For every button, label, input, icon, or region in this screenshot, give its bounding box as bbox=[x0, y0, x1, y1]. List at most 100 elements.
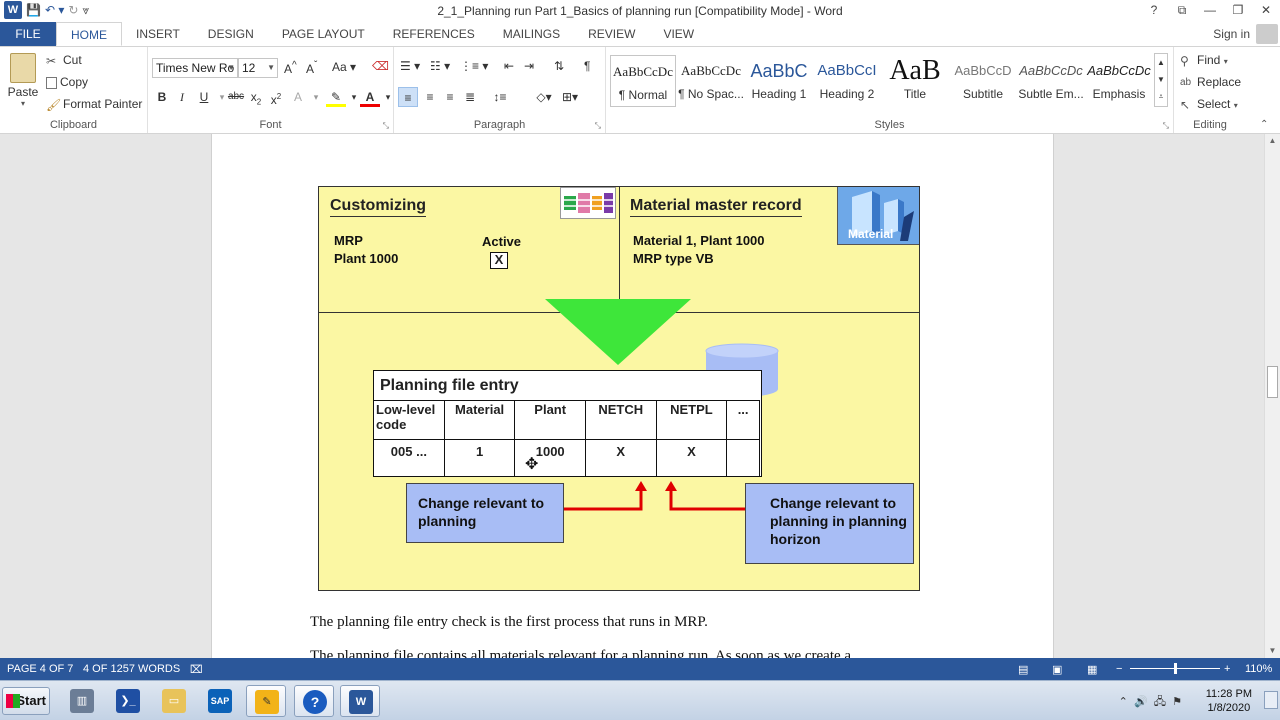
close-button[interactable]: ✕ bbox=[1252, 0, 1280, 22]
restore-button[interactable]: ❐ bbox=[1224, 0, 1252, 22]
replace-button[interactable]: ab Replace bbox=[1180, 75, 1241, 90]
scroll-down-icon[interactable]: ▼ bbox=[1265, 644, 1280, 658]
show-marks-icon[interactable]: ¶ bbox=[584, 59, 590, 73]
style-title[interactable]: AaB Title bbox=[882, 55, 948, 107]
word-taskbar-icon[interactable]: W bbox=[340, 685, 380, 717]
font-size-select[interactable]: 12 ▼ bbox=[238, 58, 278, 78]
tab-mailings[interactable]: MAILINGS bbox=[489, 22, 574, 46]
body-paragraph-2[interactable]: The planning file contains all materials… bbox=[310, 648, 851, 658]
italic-button[interactable]: I bbox=[172, 87, 192, 107]
styles-scroll-icon[interactable]: ▲ ▼ ⩡ bbox=[1154, 53, 1168, 107]
tab-references[interactable]: REFERENCES bbox=[379, 22, 489, 46]
server-manager-icon[interactable]: ▥ bbox=[62, 685, 102, 717]
shading-icon[interactable]: ◇▾ bbox=[534, 87, 554, 107]
proofing-icon[interactable]: ⌧ bbox=[190, 663, 203, 676]
align-center-icon[interactable]: ≡ bbox=[420, 87, 440, 107]
style-heading-1[interactable]: AaBbC Heading 1 bbox=[746, 55, 812, 107]
clear-formatting-icon[interactable]: ⌫ bbox=[372, 59, 389, 73]
collapse-ribbon-icon[interactable]: ⌃ bbox=[1260, 119, 1268, 130]
vertical-scrollbar[interactable]: ▲ ▼ bbox=[1264, 134, 1280, 658]
justify-icon[interactable]: ≣ bbox=[460, 87, 480, 107]
underline-button[interactable]: U bbox=[194, 87, 214, 107]
document-page[interactable]: Customizing MRP Plant 1000 Active X Mate… bbox=[211, 134, 1054, 658]
minimize-button[interactable]: — bbox=[1196, 0, 1224, 22]
bullets-icon[interactable]: ☰ ▾ bbox=[400, 59, 420, 73]
text-effects-dropdown-icon[interactable]: ▾ bbox=[306, 87, 326, 107]
tab-home[interactable]: HOME bbox=[56, 22, 122, 46]
numbering-icon[interactable]: ☷ ▾ bbox=[430, 59, 450, 73]
font-dialog-launcher-icon[interactable]: ⤡ bbox=[383, 121, 389, 131]
start-button[interactable]: Start bbox=[2, 687, 50, 715]
sap-logon-icon[interactable]: SAP bbox=[200, 685, 240, 717]
tray-icons[interactable]: ⌃ 🔊 🖧 ⚑ bbox=[1119, 693, 1182, 712]
page-indicator[interactable]: PAGE 4 OF 7 bbox=[7, 663, 73, 675]
font-color-icon[interactable]: A bbox=[360, 87, 380, 107]
style-normal[interactable]: AaBbCcDc ¶ Normal bbox=[610, 55, 676, 107]
format-painter-button[interactable]: 🖌 Format Painter bbox=[46, 97, 142, 112]
clock-time: 11:28 PM bbox=[1205, 688, 1252, 700]
shrink-font-button[interactable]: Aˇ bbox=[306, 60, 317, 76]
binoculars-icon: ⚲ bbox=[1180, 53, 1189, 68]
tab-review[interactable]: REVIEW bbox=[574, 22, 649, 46]
zoom-out-icon[interactable]: − bbox=[1116, 663, 1122, 675]
sign-in-link[interactable]: Sign in bbox=[1213, 27, 1250, 41]
strikethrough-button[interactable]: abc bbox=[226, 87, 246, 107]
sort-icon[interactable]: ⇅ bbox=[554, 59, 564, 73]
line-spacing-icon[interactable]: ↕≡ bbox=[490, 87, 510, 107]
increase-indent-icon[interactable]: ⇥ bbox=[524, 59, 534, 73]
read-mode-icon[interactable]: ▤ bbox=[1018, 663, 1028, 676]
change-case-button[interactable]: Aa ▾ bbox=[332, 60, 356, 74]
body-paragraph-1[interactable]: The planning file entry check is the fir… bbox=[310, 614, 708, 631]
superscript-button[interactable]: x2 bbox=[266, 87, 286, 107]
grow-font-button[interactable]: A^ bbox=[284, 60, 297, 76]
word-count[interactable]: 4 OF 1257 WORDS bbox=[83, 663, 180, 675]
style-heading-2[interactable]: AaBbCcI Heading 2 bbox=[814, 55, 880, 107]
highlight-icon[interactable]: ✎ bbox=[326, 87, 346, 107]
help-app-icon[interactable]: ? bbox=[294, 685, 334, 717]
scroll-thumb[interactable] bbox=[1267, 366, 1278, 398]
explorer-icon[interactable]: ▭ bbox=[154, 685, 194, 717]
styles-group: AaBbCcDc ¶ Normal AaBbCcDc ¶ No Spac... … bbox=[606, 47, 1174, 133]
style-emphasis[interactable]: AaBbCcDc Emphasis bbox=[1086, 55, 1152, 107]
tab-design[interactable]: DESIGN bbox=[194, 22, 268, 46]
style-subtle-emphasis[interactable]: AaBbCcDc Subtle Em... bbox=[1018, 55, 1084, 107]
paintbrush-icon: 🖌 bbox=[46, 97, 62, 112]
document-area[interactable]: Customizing MRP Plant 1000 Active X Mate… bbox=[0, 134, 1264, 658]
tab-file[interactable]: FILE bbox=[0, 22, 56, 46]
subscript-button[interactable]: x2 bbox=[246, 87, 266, 107]
text-effects-button[interactable]: A bbox=[288, 87, 308, 107]
cut-button[interactable]: ✂ Cut bbox=[46, 53, 82, 68]
multilevel-list-icon[interactable]: ⋮≡ ▾ bbox=[460, 59, 488, 73]
align-left-icon[interactable]: ≡ bbox=[398, 87, 418, 107]
align-right-icon[interactable]: ≡ bbox=[440, 87, 460, 107]
tab-view[interactable]: VIEW bbox=[649, 22, 708, 46]
style-no-spacing[interactable]: AaBbCcDc ¶ No Spac... bbox=[678, 55, 744, 107]
decrease-indent-icon[interactable]: ⇤ bbox=[504, 59, 514, 73]
help-button[interactable]: ? bbox=[1140, 0, 1168, 22]
print-layout-icon[interactable]: ▣ bbox=[1052, 663, 1062, 676]
tab-insert[interactable]: INSERT bbox=[122, 22, 194, 46]
powershell-icon[interactable]: ❯_ bbox=[108, 685, 148, 717]
scroll-up-icon[interactable]: ▲ bbox=[1265, 134, 1280, 148]
paragraph-dialog-launcher-icon[interactable]: ⤡ bbox=[595, 121, 601, 131]
styles-dialog-launcher-icon[interactable]: ⤡ bbox=[1163, 121, 1169, 131]
paste-button[interactable]: Paste ▾ bbox=[6, 53, 40, 108]
style-subtitle[interactable]: AaBbCcD Subtitle bbox=[950, 55, 1016, 107]
tab-page-layout[interactable]: PAGE LAYOUT bbox=[268, 22, 379, 46]
avatar[interactable] bbox=[1256, 24, 1278, 44]
show-desktop-button[interactable] bbox=[1264, 691, 1278, 709]
copy-button[interactable]: Copy bbox=[46, 75, 88, 89]
borders-icon[interactable]: ⊞▾ bbox=[560, 87, 580, 107]
select-button[interactable]: ↖ Select ▾ bbox=[1180, 97, 1238, 112]
find-button[interactable]: ⚲ Find ▾ bbox=[1180, 53, 1228, 68]
zoom-slider-thumb[interactable] bbox=[1174, 663, 1177, 674]
ribbon-display-button[interactable]: ⧉ bbox=[1168, 0, 1196, 22]
clock[interactable]: 11:28 PM 1/8/2020 bbox=[1206, 687, 1252, 715]
sticky-app-icon[interactable]: ✎ bbox=[246, 685, 286, 717]
table-cell: X bbox=[655, 439, 728, 477]
font-family-select[interactable]: Times New Ro ▼ bbox=[152, 58, 238, 78]
bold-button[interactable]: B bbox=[152, 87, 172, 107]
web-layout-icon[interactable]: ▦ bbox=[1087, 663, 1097, 676]
zoom-level[interactable]: 110% bbox=[1245, 663, 1272, 675]
zoom-in-icon[interactable]: + bbox=[1224, 663, 1230, 675]
